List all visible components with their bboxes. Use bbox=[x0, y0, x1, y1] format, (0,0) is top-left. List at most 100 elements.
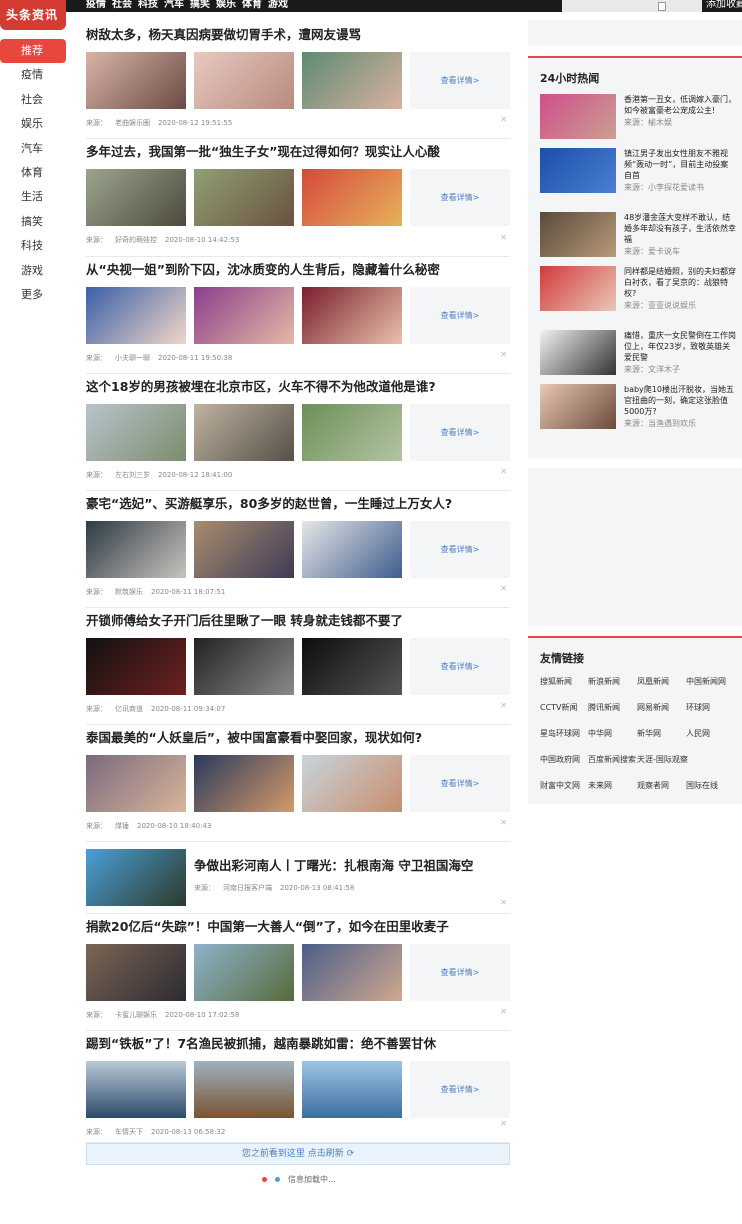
topnav-item[interactable]: 社会 bbox=[112, 0, 132, 11]
news-thumbnail[interactable] bbox=[194, 638, 294, 695]
news-thumbnail[interactable] bbox=[194, 521, 294, 578]
news-item[interactable]: 开锁师傅给女子开门后往里瞅了一眼 转身就走钱都不要了 查看详情> 来源： 亿讯商道… bbox=[86, 608, 510, 725]
news-item[interactable]: 踢到“铁板”了！7名渔民被抓捕，越南暴跳如雷：绝不善罢甘休 查看详情> 来源：车… bbox=[86, 1031, 510, 1143]
close-icon[interactable]: ✕ bbox=[500, 701, 507, 710]
hot-news-text[interactable]: 同样都是结婚照，别的夫妇都穿白衬衣，看了吴京的：战狼特权? bbox=[624, 266, 736, 299]
hot-news-thumbnail[interactable] bbox=[540, 212, 616, 257]
search-input[interactable] bbox=[562, 0, 702, 12]
close-icon[interactable]: ✕ bbox=[500, 350, 507, 359]
sidenav-item[interactable]: 疫情 bbox=[0, 63, 66, 87]
news-item[interactable]: 豪宅“选妃”、买游艇享乐，80多岁的赵世曾，一生睡过上万女人? 查看详情> 来源… bbox=[86, 491, 510, 608]
news-title[interactable]: 多年过去，我国第一批“独生子女”现在过得如何？现实让人心酸 bbox=[86, 139, 510, 165]
news-thumbnail[interactable] bbox=[86, 849, 186, 906]
hot-news-text[interactable]: 镇江男子发出女性朋友不雅视频“轰动一时”，目前主动投案自首 bbox=[624, 148, 736, 181]
friend-link[interactable]: 凤凰新闻 bbox=[637, 676, 686, 688]
sidenav-item[interactable]: 社会 bbox=[0, 88, 66, 112]
close-icon[interactable]: ✕ bbox=[500, 898, 507, 907]
news-thumbnail[interactable] bbox=[302, 404, 402, 461]
topnav-item[interactable]: 汽车 bbox=[164, 0, 184, 11]
news-thumbnail[interactable] bbox=[302, 169, 402, 226]
hot-news-thumbnail[interactable] bbox=[540, 94, 616, 139]
hot-news-item[interactable]: 同样都是结婚照，别的夫妇都穿白衬衣，看了吴京的：战狼特权? 来源：亚亚说说娱乐 bbox=[540, 266, 736, 316]
sidenav-item[interactable]: 娱乐 bbox=[0, 112, 66, 136]
hot-news-thumbnail[interactable] bbox=[540, 266, 616, 311]
sidenav-item-more[interactable]: 更多 bbox=[0, 283, 66, 307]
topnav-item[interactable]: 疫情 bbox=[86, 0, 106, 11]
add-favorite-link[interactable]: 添加收藏 bbox=[706, 0, 742, 11]
view-details-button[interactable]: 查看详情> bbox=[410, 52, 510, 109]
sidenav-item-recommend[interactable]: 推荐 bbox=[0, 39, 66, 64]
friend-link[interactable]: 新浪新闻 bbox=[588, 676, 637, 688]
news-thumbnail[interactable] bbox=[194, 944, 294, 1001]
news-thumbnail[interactable] bbox=[86, 944, 186, 1001]
friend-link[interactable]: 观察者网 bbox=[637, 780, 686, 792]
friend-link[interactable]: 新华网 bbox=[637, 728, 686, 740]
sidenav-item[interactable]: 科技 bbox=[0, 234, 66, 258]
hot-news-item[interactable]: 香港第一丑女，低调嫁入豪门，如今被富豪老公宠成公主! 来源：榆木娱 bbox=[540, 94, 736, 144]
search-icon[interactable] bbox=[658, 2, 666, 11]
news-thumbnail[interactable] bbox=[302, 287, 402, 344]
friend-link[interactable]: 中华网 bbox=[588, 728, 637, 740]
news-title[interactable]: 泰国最美的“人妖皇后”，被中国富豪看中娶回家，现状如何? bbox=[86, 725, 510, 751]
hot-news-thumbnail[interactable] bbox=[540, 330, 616, 375]
close-icon[interactable]: ✕ bbox=[500, 1007, 507, 1016]
news-title[interactable]: 这个18岁的男孩被埋在北京市区，火车不得不为他改道他是谁? bbox=[86, 374, 510, 400]
news-item[interactable]: 从“央视一姐”到阶下囚，沈冰质变的人生背后，隐藏着什么秘密 查看详情> 来源：小… bbox=[86, 257, 510, 374]
news-title[interactable]: 开锁师傅给女子开门后往里瞅了一眼 转身就走钱都不要了 bbox=[86, 608, 510, 634]
news-thumbnail[interactable] bbox=[302, 52, 402, 109]
sidenav-item[interactable]: 汽车 bbox=[0, 137, 66, 161]
close-icon[interactable]: ✕ bbox=[500, 584, 507, 593]
friend-link[interactable]: CCTV新闻 bbox=[540, 702, 588, 714]
news-thumbnail[interactable] bbox=[194, 287, 294, 344]
news-item[interactable]: 这个18岁的男孩被埋在北京市区，火车不得不为他改道他是谁? 查看详情> 来源：左… bbox=[86, 374, 510, 491]
friend-link[interactable]: 国际在线 bbox=[686, 780, 740, 792]
topnav-item[interactable]: 科技 bbox=[138, 0, 158, 11]
news-thumbnail[interactable] bbox=[194, 755, 294, 812]
topnav-item[interactable]: 娱乐 bbox=[216, 0, 236, 11]
close-icon[interactable]: ✕ bbox=[500, 467, 507, 476]
news-item[interactable]: 捐款20亿后“失踪”！中国第一大善人“倒”了，如今在田里收麦子 查看详情> 来源… bbox=[86, 914, 510, 1031]
view-details-button[interactable]: 查看详情> bbox=[410, 944, 510, 1001]
friend-link[interactable]: 环球网 bbox=[686, 702, 740, 714]
sidenav-item[interactable]: 搞笑 bbox=[0, 210, 66, 234]
friend-link[interactable]: 中国政府网 bbox=[540, 754, 588, 766]
news-item[interactable]: 泰国最美的“人妖皇后”，被中国富豪看中娶回家，现状如何? 查看详情> 来源： 煤锤… bbox=[86, 725, 510, 842]
hot-news-thumbnail[interactable] bbox=[540, 384, 616, 429]
hot-news-item[interactable]: 痛惜，重庆一女民警倒在工作岗位上，年仅23岁，致敬英雄关爱民警 来源：文洋木子 bbox=[540, 330, 736, 380]
news-thumbnail[interactable] bbox=[86, 755, 186, 812]
close-icon[interactable]: ✕ bbox=[500, 233, 507, 242]
sidenav-item[interactable]: 游戏 bbox=[0, 259, 66, 283]
news-title[interactable]: 豪宅“选妃”、买游艇享乐，80多岁的赵世曾，一生睡过上万女人? bbox=[86, 491, 510, 517]
news-title[interactable]: 树敌太多，杨天真因病要做切胃手术，遭网友谩骂 bbox=[86, 22, 510, 48]
friend-link[interactable]: 人民网 bbox=[686, 728, 740, 740]
friend-link[interactable]: 百度新闻搜索 bbox=[588, 754, 637, 766]
news-thumbnail[interactable] bbox=[86, 287, 186, 344]
topnav-item[interactable]: 游戏 bbox=[268, 0, 288, 11]
hot-news-item[interactable]: 镇江男子发出女性朋友不雅视频“轰动一时”，目前主动投案自首 来源：小李探花爱读书 bbox=[540, 148, 736, 198]
view-details-button[interactable]: 查看详情> bbox=[410, 1061, 510, 1118]
close-icon[interactable]: ✕ bbox=[500, 115, 507, 124]
close-icon[interactable]: ✕ bbox=[500, 1119, 507, 1128]
friend-link[interactable]: 天涯-国际观察 bbox=[637, 754, 688, 766]
hot-news-thumbnail[interactable] bbox=[540, 148, 616, 193]
refresh-icon[interactable]: ⟳ bbox=[347, 1149, 355, 1159]
hot-news-text[interactable]: baby爬10楼出汗脱妆，当她五官扭曲的一刻，确定这张脸值5000万? bbox=[624, 384, 736, 417]
friend-link[interactable]: 星岛环球网 bbox=[540, 728, 588, 740]
news-title[interactable]: 捐款20亿后“失踪”！中国第一大善人“倒”了，如今在田里收麦子 bbox=[86, 914, 510, 940]
close-icon[interactable]: ✕ bbox=[500, 818, 507, 827]
news-thumbnail[interactable] bbox=[302, 944, 402, 1001]
news-thumbnail[interactable] bbox=[194, 404, 294, 461]
friend-link[interactable]: 财富中文网 bbox=[540, 780, 588, 792]
hot-news-item[interactable]: baby爬10楼出汗脱妆，当她五官扭曲的一刻，确定这张脸值5000万? 来源：当渔… bbox=[540, 384, 736, 434]
view-details-button[interactable]: 查看详情> bbox=[410, 521, 510, 578]
hot-news-text[interactable]: 痛惜，重庆一女民警倒在工作岗位上，年仅23岁，致敬英雄关爱民警 bbox=[624, 330, 736, 363]
sidenav-item[interactable]: 体育 bbox=[0, 161, 66, 185]
view-details-button[interactable]: 查看详情> bbox=[410, 404, 510, 461]
news-thumbnail[interactable] bbox=[86, 52, 186, 109]
news-thumbnail[interactable] bbox=[194, 1061, 294, 1118]
news-thumbnail[interactable] bbox=[194, 169, 294, 226]
news-thumbnail[interactable] bbox=[86, 638, 186, 695]
news-item[interactable]: 树敌太多，杨天真因病要做切胃手术，遭网友谩骂 查看详情> 来源： 老曲娱乐圈 202… bbox=[86, 22, 510, 139]
news-title[interactable]: 从“央视一姐”到阶下囚，沈冰质变的人生背后，隐藏着什么秘密 bbox=[86, 257, 510, 283]
news-item[interactable]: 争做出彩河南人丨丁曙光：扎根南海 守卫祖国海空 来源： 河南日报客户端 2020-0… bbox=[86, 842, 510, 914]
